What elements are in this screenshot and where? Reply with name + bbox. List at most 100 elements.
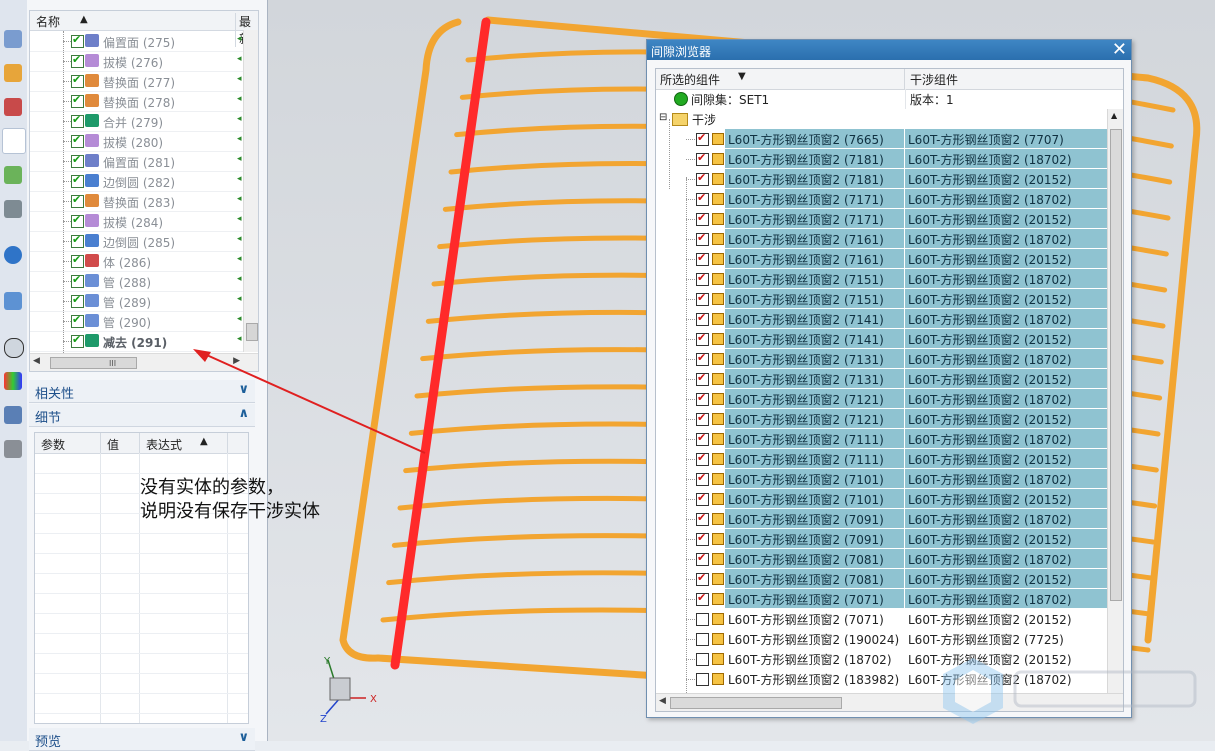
- interference-row[interactable]: L60T-方形钢丝顶窗2 (7121)L60T-方形钢丝顶窗2 (18702): [656, 389, 1107, 409]
- dialog-title-bar[interactable]: 间隙浏览器 ✕: [647, 39, 1131, 60]
- row-checkbox[interactable]: [696, 411, 709, 426]
- interference-row[interactable]: L60T-方形钢丝顶窗2 (7181)L60T-方形钢丝顶窗2 (18702): [656, 149, 1107, 169]
- tree-connector: [686, 139, 695, 140]
- tree-connector: [686, 639, 695, 640]
- row-checkbox[interactable]: [696, 271, 709, 286]
- interference-folder-row[interactable]: ⊟ 干涉: [656, 109, 1107, 129]
- row-checkbox[interactable]: [696, 371, 709, 386]
- tree-connector: [686, 679, 695, 680]
- interference-row[interactable]: L60T-方形钢丝顶窗2 (7181)L60T-方形钢丝顶窗2 (20152): [656, 169, 1107, 189]
- row-checkbox[interactable]: [696, 391, 709, 406]
- row-checkbox[interactable]: [696, 291, 709, 306]
- interference-row[interactable]: L60T-方形钢丝顶窗2 (7081)L60T-方形钢丝顶窗2 (18702): [656, 549, 1107, 569]
- interfering-component-cell: L60T-方形钢丝顶窗2 (7725): [905, 629, 1107, 649]
- row-checkbox[interactable]: [696, 191, 709, 206]
- tree-connector: [686, 439, 695, 440]
- interference-row[interactable]: L60T-方形钢丝顶窗2 (7151)L60T-方形钢丝顶窗2 (20152): [656, 289, 1107, 309]
- interference-row[interactable]: L60T-方形钢丝顶窗2 (7131)L60T-方形钢丝顶窗2 (20152): [656, 369, 1107, 389]
- interfering-component-cell: L60T-方形钢丝顶窗2 (18702): [905, 349, 1107, 369]
- interference-row[interactable]: L60T-方形钢丝顶窗2 (7665)L60T-方形钢丝顶窗2 (7707): [656, 129, 1107, 149]
- interference-row[interactable]: L60T-方形钢丝顶窗2 (7141)L60T-方形钢丝顶窗2 (20152): [656, 329, 1107, 349]
- interference-row[interactable]: L60T-方形钢丝顶窗2 (7111)L60T-方形钢丝顶窗2 (20152): [656, 449, 1107, 469]
- row-checkbox[interactable]: [696, 451, 709, 466]
- row-checkbox[interactable]: [696, 491, 709, 506]
- interfering-component-cell: L60T-方形钢丝顶窗2 (18702): [905, 469, 1107, 489]
- tree-connector: [686, 659, 695, 660]
- interference-row[interactable]: L60T-方形钢丝顶窗2 (7071)L60T-方形钢丝顶窗2 (18702): [656, 589, 1107, 609]
- component-icon: [712, 453, 724, 465]
- interference-row[interactable]: L60T-方形钢丝顶窗2 (7111)L60T-方形钢丝顶窗2 (18702): [656, 429, 1107, 449]
- row-checkbox[interactable]: [696, 331, 709, 346]
- row-checkbox[interactable]: [696, 231, 709, 246]
- scroll-thumb[interactable]: [670, 697, 842, 709]
- interference-row[interactable]: L60T-方形钢丝顶窗2 (7071) L60T-方形钢丝顶窗2 (20152): [656, 609, 1107, 629]
- dropdown-icon[interactable]: ▼: [738, 71, 746, 82]
- interfering-component-cell: L60T-方形钢丝顶窗2 (20152): [905, 569, 1107, 589]
- row-checkbox[interactable]: [696, 613, 709, 626]
- selected-component-cell: L60T-方形钢丝顶窗2 (7161): [725, 249, 904, 269]
- row-checkbox[interactable]: [696, 633, 709, 646]
- row-checkbox[interactable]: [696, 251, 709, 266]
- row-checkbox[interactable]: [696, 673, 709, 686]
- selected-components-header[interactable]: 所选的组件: [660, 71, 720, 88]
- row-checkbox[interactable]: [696, 471, 709, 486]
- selected-component-cell: L60T-方形钢丝顶窗2 (7131): [725, 369, 904, 389]
- tree-connector: [686, 619, 695, 620]
- interfering-component-cell: L60T-方形钢丝顶窗2 (18702): [905, 149, 1107, 169]
- interfering-component-cell: L60T-方形钢丝顶窗2 (18702): [905, 389, 1107, 409]
- interference-row[interactable]: L60T-方形钢丝顶窗2 (7151)L60T-方形钢丝顶窗2 (18702): [656, 269, 1107, 289]
- row-checkbox[interactable]: [696, 591, 709, 606]
- row-checkbox[interactable]: [696, 351, 709, 366]
- interference-row[interactable]: L60T-方形钢丝顶窗2 (7171)L60T-方形钢丝顶窗2 (18702): [656, 189, 1107, 209]
- component-icon: [712, 213, 724, 225]
- tree-connector: [686, 339, 695, 340]
- interference-row[interactable]: L60T-方形钢丝顶窗2 (7161)L60T-方形钢丝顶窗2 (18702): [656, 229, 1107, 249]
- component-icon: [712, 233, 724, 245]
- row-checkbox[interactable]: [696, 571, 709, 586]
- row-checkbox[interactable]: [696, 171, 709, 186]
- list-vertical-scrollbar[interactable]: ▲: [1107, 109, 1123, 693]
- interference-row[interactable]: L60T-方形钢丝顶窗2 (7091)L60T-方形钢丝顶窗2 (18702): [656, 509, 1107, 529]
- scroll-left-icon[interactable]: ◀: [659, 696, 666, 706]
- tree-connector: [686, 559, 695, 560]
- component-icon: [712, 513, 724, 525]
- row-checkbox[interactable]: [696, 431, 709, 446]
- interference-row[interactable]: L60T-方形钢丝顶窗2 (7091)L60T-方形钢丝顶窗2 (20152): [656, 529, 1107, 549]
- scroll-thumb[interactable]: [1110, 129, 1122, 601]
- tree-connector: [686, 539, 695, 540]
- interference-row[interactable]: L60T-方形钢丝顶窗2 (7121)L60T-方形钢丝顶窗2 (20152): [656, 409, 1107, 429]
- clearance-set-row[interactable]: 间隙集：SET1 版本：1: [656, 89, 1107, 109]
- component-icon: [712, 193, 724, 205]
- row-checkbox[interactable]: [696, 131, 709, 146]
- interference-row[interactable]: L60T-方形钢丝顶窗2 (7141)L60T-方形钢丝顶窗2 (18702): [656, 309, 1107, 329]
- component-icon: [712, 373, 724, 385]
- interference-row[interactable]: L60T-方形钢丝顶窗2 (7101)L60T-方形钢丝顶窗2 (18702): [656, 469, 1107, 489]
- tree-connector: [686, 579, 695, 580]
- row-checkbox[interactable]: [696, 511, 709, 526]
- scroll-up-icon[interactable]: ▲: [1111, 111, 1117, 120]
- selected-component-cell: L60T-方形钢丝顶窗2 (190024): [725, 629, 904, 649]
- row-checkbox[interactable]: [696, 211, 709, 226]
- interfering-component-cell: L60T-方形钢丝顶窗2 (18702): [905, 189, 1107, 209]
- interference-row[interactable]: L60T-方形钢丝顶窗2 (7171)L60T-方形钢丝顶窗2 (20152): [656, 209, 1107, 229]
- tree-connector: [686, 179, 695, 180]
- interference-row[interactable]: L60T-方形钢丝顶窗2 (7161)L60T-方形钢丝顶窗2 (20152): [656, 249, 1107, 269]
- selected-component-cell: L60T-方形钢丝顶窗2 (7171): [725, 209, 904, 229]
- row-checkbox[interactable]: [696, 311, 709, 326]
- close-icon[interactable]: ✕: [1112, 39, 1127, 60]
- clearance-set-label: 间隙集：SET1: [691, 93, 770, 107]
- row-checkbox[interactable]: [696, 151, 709, 166]
- interference-folder-label: 干涉: [692, 113, 717, 127]
- interference-row[interactable]: L60T-方形钢丝顶窗2 (7131)L60T-方形钢丝顶窗2 (18702): [656, 349, 1107, 369]
- row-checkbox[interactable]: [696, 653, 709, 666]
- collapse-icon[interactable]: ⊟: [659, 112, 667, 123]
- tree-connector: [686, 519, 695, 520]
- interference-row[interactable]: L60T-方形钢丝顶窗2 (7081)L60T-方形钢丝顶窗2 (20152): [656, 569, 1107, 589]
- row-checkbox[interactable]: [696, 551, 709, 566]
- interfering-components-header[interactable]: 干涉组件: [910, 71, 958, 88]
- tree-connector: [686, 199, 695, 200]
- interference-row[interactable]: L60T-方形钢丝顶窗2 (190024) L60T-方形钢丝顶窗2 (7725): [656, 629, 1107, 649]
- component-icon: [712, 673, 724, 685]
- row-checkbox[interactable]: [696, 531, 709, 546]
- interference-row[interactable]: L60T-方形钢丝顶窗2 (7101)L60T-方形钢丝顶窗2 (20152): [656, 489, 1107, 509]
